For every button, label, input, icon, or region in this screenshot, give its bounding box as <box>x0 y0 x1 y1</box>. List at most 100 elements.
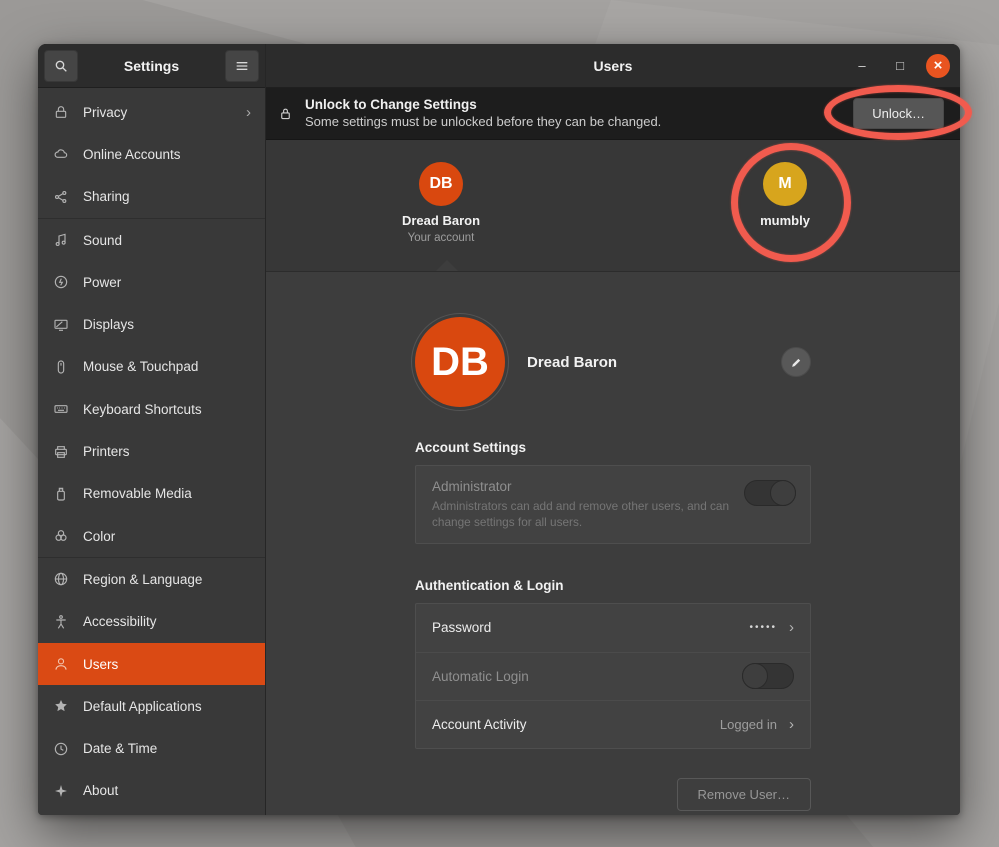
account-settings-card: Administrator Administrators can add and… <box>415 465 811 544</box>
administrator-description: Administrators can add and remove other … <box>432 499 742 531</box>
sidebar-item-label: Mouse & Touchpad <box>83 359 251 374</box>
password-label: Password <box>432 620 491 635</box>
banner-title: Unlock to Change Settings <box>305 97 841 114</box>
sidebar-item-label: Default Applications <box>83 699 251 714</box>
hamburger-icon <box>234 58 250 74</box>
minimize-button[interactable]: – <box>850 54 874 78</box>
sidebar-item-keyboard-shortcuts[interactable]: Keyboard Shortcuts <box>38 388 265 430</box>
sidebar-item-sharing[interactable]: Sharing <box>38 176 265 218</box>
automatic-login-toggle[interactable] <box>742 663 794 689</box>
sidebar-item-label: Keyboard Shortcuts <box>83 402 251 417</box>
sidebar-item-printers[interactable]: Printers <box>38 430 265 472</box>
password-dots: ••••• <box>749 622 777 633</box>
sidebar-item-region-language[interactable]: Region & Language <box>38 558 265 600</box>
cloud-icon <box>52 146 70 162</box>
unlock-banner: Unlock to Change Settings Some settings … <box>266 88 960 140</box>
user-name: mumbly <box>760 213 810 228</box>
globe-icon <box>52 571 70 587</box>
sidebar-item-label: Date & Time <box>83 741 251 756</box>
sparkle-icon <box>52 783 70 799</box>
sidebar-item-users[interactable]: Users <box>38 643 265 685</box>
sidebar-item-date-time[interactable]: Date & Time <box>38 727 265 769</box>
sidebar-item-displays[interactable]: Displays <box>38 303 265 345</box>
administrator-toggle[interactable] <box>744 480 796 506</box>
carousel-user-dread-baron[interactable]: DB Dread Baron Your account <box>381 162 501 244</box>
auth-login-heading: Authentication & Login <box>415 578 811 593</box>
sidebar: Settings Privacy › Online Accounts <box>38 44 266 815</box>
sidebar-item-color[interactable]: Color <box>38 515 265 557</box>
account-activity-row[interactable]: Account Activity Logged in › <box>416 700 810 748</box>
banner-text: Unlock to Change Settings Some settings … <box>305 97 841 130</box>
administrator-row: Administrator Administrators can add and… <box>416 466 810 543</box>
settings-window: Settings Privacy › Online Accounts <box>38 44 960 815</box>
edit-name-button[interactable] <box>781 347 811 377</box>
main-pane: Users – □ × Unlock to Change Settings So… <box>266 44 960 815</box>
automatic-login-row: Automatic Login <box>416 652 810 700</box>
sidebar-item-label: Color <box>83 529 251 544</box>
mouse-icon <box>52 359 70 375</box>
chevron-right-icon: › <box>789 716 794 733</box>
sidebar-item-label: Online Accounts <box>83 147 251 162</box>
sidebar-item-label: Printers <box>83 444 251 459</box>
sidebar-title: Settings <box>84 58 219 74</box>
close-icon: × <box>934 57 943 74</box>
sidebar-item-online-accounts[interactable]: Online Accounts <box>38 133 265 175</box>
selected-user-pointer <box>436 260 458 271</box>
remove-user-button[interactable]: Remove User… <box>677 778 811 811</box>
sidebar-item-label: Region & Language <box>83 572 251 587</box>
avatar: DB <box>419 162 463 206</box>
auth-login-card: Password ••••• › Automatic Login Acco <box>415 603 811 749</box>
user-subtitle: Your account <box>408 232 475 244</box>
pencil-icon <box>790 356 803 369</box>
close-button[interactable]: × <box>926 54 950 78</box>
keyboard-icon <box>52 401 70 417</box>
carousel-user-mumbly[interactable]: M mumbly <box>725 162 845 228</box>
sidebar-item-accessibility[interactable]: Accessibility <box>38 601 265 643</box>
sidebar-item-label: Sharing <box>83 189 251 204</box>
account-activity-value: Logged in <box>720 717 777 732</box>
avatar-initials: M <box>778 175 791 193</box>
profile-row: DB Dread Baron <box>415 317 811 407</box>
sound-icon <box>52 232 70 248</box>
profile-name: Dread Baron <box>527 354 617 371</box>
avatar-initials: DB <box>431 340 489 385</box>
sidebar-item-label: Privacy <box>83 105 233 120</box>
share-icon <box>52 189 70 205</box>
sidebar-item-about[interactable]: About <box>38 770 265 812</box>
sidebar-item-label: Users <box>83 657 251 672</box>
maximize-button[interactable]: □ <box>888 54 912 78</box>
administrator-label: Administrator <box>432 479 794 494</box>
sidebar-item-sound[interactable]: Sound <box>38 219 265 261</box>
avatar: M <box>763 162 807 206</box>
automatic-login-label: Automatic Login <box>432 669 529 684</box>
sidebar-item-power[interactable]: Power <box>38 261 265 303</box>
sidebar-item-label: Power <box>83 275 251 290</box>
lock-icon <box>52 104 70 120</box>
user-name: Dread Baron <box>402 213 480 228</box>
unlock-button[interactable]: Unlock… <box>853 98 944 129</box>
chevron-right-icon: › <box>789 619 794 636</box>
search-icon <box>53 58 69 74</box>
profile-avatar[interactable]: DB <box>415 317 505 407</box>
chevron-right-icon: › <box>246 104 251 121</box>
display-icon <box>52 317 70 333</box>
account-settings-heading: Account Settings <box>415 440 811 455</box>
user-carousel: DB Dread Baron Your account M mumbly <box>266 140 960 272</box>
menu-button[interactable] <box>225 50 259 82</box>
star-icon <box>52 698 70 714</box>
sidebar-item-removable-media[interactable]: Removable Media <box>38 473 265 515</box>
toggle-knob <box>742 663 768 689</box>
search-button[interactable] <box>44 50 78 82</box>
sidebar-item-privacy[interactable]: Privacy › <box>38 91 265 133</box>
color-icon <box>52 528 70 544</box>
removable-media-icon <box>52 486 70 502</box>
sidebar-item-mouse-touchpad[interactable]: Mouse & Touchpad <box>38 346 265 388</box>
password-row[interactable]: Password ••••• › <box>416 604 810 652</box>
sidebar-item-default-applications[interactable]: Default Applications <box>38 685 265 727</box>
user-detail-pane: DB Dread Baron Account Settings Administ… <box>266 272 960 815</box>
toggle-knob <box>770 480 796 506</box>
users-icon <box>52 656 70 672</box>
maximize-icon: □ <box>896 58 904 73</box>
sidebar-item-label: Removable Media <box>83 486 251 501</box>
sidebar-header: Settings <box>38 44 265 88</box>
